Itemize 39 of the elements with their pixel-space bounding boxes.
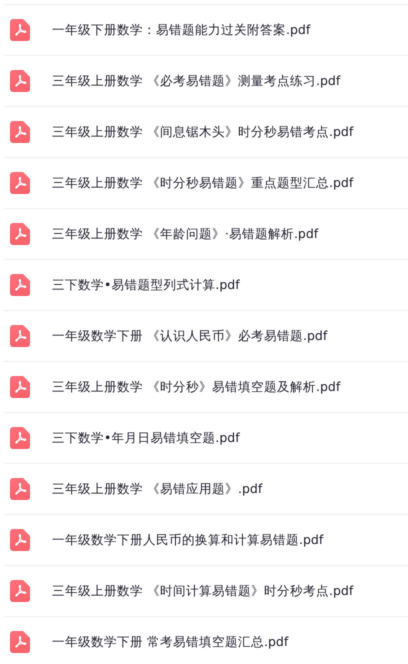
file-name: 一年级数学下册人民币的换算和计算易错题.pdf — [52, 530, 324, 549]
pdf-file-icon — [10, 172, 30, 194]
file-name: 三年级上册数学 《时分秒易错题》重点题型汇总.pdf — [52, 174, 354, 192]
pdf-file-icon — [10, 580, 30, 602]
file-row[interactable]: 一年级下册数学：易错题能力过关附答案.pdf — [4, 4, 408, 55]
file-row[interactable]: 三年级上册数学 《年龄问题》·易错题解析.pdf — [4, 208, 408, 259]
file-name: 三年级上册数学 《易错应用题》.pdf — [52, 480, 262, 498]
file-row[interactable]: 三年级上册数学 《时间计算易错题》时分秒考点.pdf — [4, 565, 408, 616]
pdf-file-icon — [10, 478, 30, 500]
pdf-file-icon — [10, 631, 30, 653]
pdf-file-icon — [10, 19, 30, 41]
pdf-file-icon — [10, 70, 30, 92]
pdf-file-icon — [10, 325, 30, 347]
pdf-file-icon — [10, 121, 30, 143]
file-row[interactable]: 三下数学•年月日易错填空题.pdf — [4, 412, 408, 463]
file-row[interactable]: 一年级数学下册 《认识人民币》必考易错题.pdf — [4, 310, 408, 361]
file-name: 三下数学•年月日易错填空题.pdf — [52, 428, 240, 447]
file-row[interactable]: 三年级上册数学 《间息锯木头》时分秒易错考点.pdf — [4, 106, 408, 157]
pdf-file-icon — [10, 223, 30, 245]
pdf-file-icon — [10, 274, 30, 296]
file-row[interactable]: 三年级上册数学 《易错应用题》.pdf — [4, 463, 408, 514]
pdf-file-icon — [10, 376, 30, 398]
file-name: 三年级上册数学 《时分秒》易错填空题及解析.pdf — [52, 378, 340, 396]
file-row[interactable]: 三年级上册数学 《时分秒》易错填空题及解析.pdf — [4, 361, 408, 412]
file-name: 三年级上册数学 《必考易错题》测量考点练习.pdf — [52, 72, 340, 90]
pdf-file-icon — [10, 529, 30, 551]
pdf-file-icon — [10, 427, 30, 449]
file-row[interactable]: 三年级上册数学 《必考易错题》测量考点练习.pdf — [4, 55, 408, 106]
file-name: 一年级数学下册 常考易错填空题汇总.pdf — [52, 632, 288, 651]
file-name: 三年级上册数学 《年龄问题》·易错题解析.pdf — [52, 224, 318, 243]
file-row[interactable]: 一年级数学下册 常考易错填空题汇总.pdf — [4, 616, 408, 664]
file-name: 三年级上册数学 《间息锯木头》时分秒易错考点.pdf — [52, 122, 354, 141]
file-name: 一年级下册数学：易错题能力过关附答案.pdf — [52, 20, 310, 39]
file-row[interactable]: 三下数学•易错题型列式计算.pdf — [4, 259, 408, 310]
file-name: 一年级数学下册 《认识人民币》必考易错题.pdf — [52, 326, 328, 345]
file-name: 三下数学•易错题型列式计算.pdf — [52, 276, 240, 294]
file-row[interactable]: 三年级上册数学 《时分秒易错题》重点题型汇总.pdf — [4, 157, 408, 208]
file-name: 三年级上册数学 《时间计算易错题》时分秒考点.pdf — [52, 582, 354, 600]
file-row[interactable]: 一年级数学下册人民币的换算和计算易错题.pdf — [4, 514, 408, 565]
